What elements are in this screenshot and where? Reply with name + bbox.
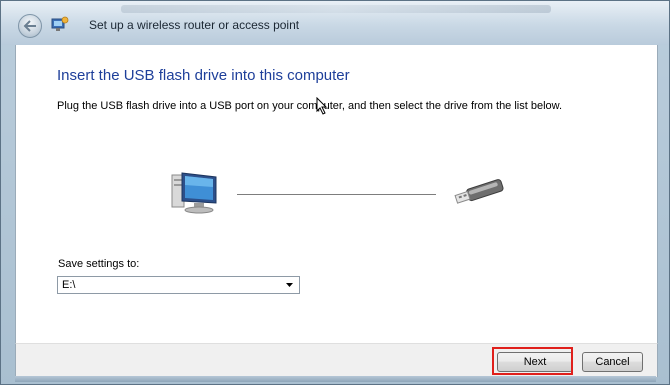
chevron-down-icon: [286, 283, 293, 287]
network-wizard-icon: [51, 16, 69, 31]
drive-select-value: E:\: [62, 279, 76, 291]
back-button[interactable]: [18, 14, 42, 38]
wizard-content: Insert the USB flash drive into this com…: [15, 45, 658, 343]
connection-line: [237, 194, 436, 195]
wizard-window: Set up a wireless router or access point…: [0, 0, 670, 385]
usb-flash-drive-icon: [454, 179, 504, 204]
cancel-button[interactable]: Cancel: [582, 352, 643, 372]
page-heading: Insert the USB flash drive into this com…: [57, 67, 350, 84]
title-bar: Set up a wireless router or access point: [1, 1, 669, 45]
back-arrow-icon: [23, 20, 36, 32]
mouse-cursor-icon: [316, 97, 328, 115]
next-button[interactable]: Next: [497, 352, 573, 372]
drive-select[interactable]: E:\: [57, 276, 300, 294]
computer-icon: [171, 172, 217, 214]
window-bottom-edge: [15, 376, 656, 382]
window-title: Set up a wireless router or access point: [89, 18, 300, 32]
button-bar: Next Cancel: [15, 343, 658, 377]
save-settings-label: Save settings to:: [58, 258, 140, 270]
